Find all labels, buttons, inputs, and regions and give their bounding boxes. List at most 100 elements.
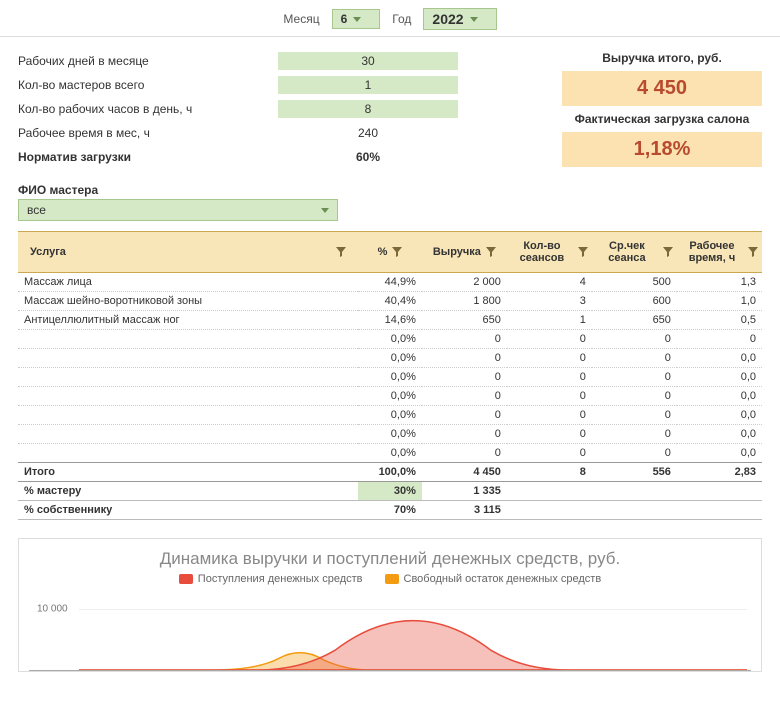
metric-norm-value: 60% (278, 148, 458, 166)
metric-days-value[interactable]: 30 (278, 52, 458, 70)
services-table: Услуга % Выручка Кол-во сеансов Ср.чек с… (18, 231, 762, 520)
kpi-column: Выручка итого, руб. 4 450 Фактическая за… (562, 51, 762, 167)
table-row: Антицеллюлитный массаж ног14,6%65016500,… (18, 311, 762, 330)
table-row: 0,0%0000,0 (18, 425, 762, 444)
cell-pct: 0,0% (358, 368, 422, 387)
table-row: Массаж шейно-воротниковой зоны40,4%1 800… (18, 292, 762, 311)
cell-service (18, 425, 358, 444)
cell-pct: 0,0% (358, 425, 422, 444)
filter-icon[interactable] (578, 247, 588, 257)
year-select[interactable]: 2022 (423, 8, 496, 30)
cell-pct: 0,0% (358, 330, 422, 349)
swatch-orange-icon (385, 574, 399, 584)
cell-avg: 0 (592, 368, 677, 387)
cell-time: 0,0 (677, 444, 762, 463)
cell-ses: 1 (507, 311, 592, 330)
metric-worktime-label: Рабочее время в мес, ч (18, 126, 278, 140)
table-row: 0,0%0000,0 (18, 444, 762, 463)
kpi-revenue-value: 4 450 (562, 71, 762, 106)
cell-service (18, 406, 358, 425)
col-service[interactable]: Услуга (18, 232, 358, 273)
cell-ses: 0 (507, 349, 592, 368)
cell-avg: 0 (592, 444, 677, 463)
cell-pct: 40,4% (358, 292, 422, 311)
cell-avg: 500 (592, 273, 677, 292)
cell-pct: 0,0% (358, 349, 422, 368)
col-sessions[interactable]: Кол-во сеансов (507, 232, 592, 273)
metrics-grid: Рабочих дней в месяце 30 Кол-во мастеров… (18, 51, 542, 167)
metric-norm-label: Норматив загрузки (18, 150, 278, 164)
legend-item-1: Поступления денежных средств (179, 573, 363, 585)
metric-hoursday-value[interactable]: 8 (278, 100, 458, 118)
table-row: 0,0%0000,0 (18, 349, 762, 368)
cell-avg: 0 (592, 387, 677, 406)
filter-icon[interactable] (663, 247, 673, 257)
cell-ses: 0 (507, 387, 592, 406)
cell-service (18, 444, 358, 463)
master-label: ФИО мастера (18, 183, 762, 197)
cell-avg: 0 (592, 330, 677, 349)
kpi-load-value: 1,18% (562, 132, 762, 167)
cell-rev: 0 (422, 330, 507, 349)
table-body: Массаж лица44,9%2 00045001,3Массаж шейно… (18, 273, 762, 463)
cell-avg: 0 (592, 406, 677, 425)
chart-legend: Поступления денежных средств Свободный о… (29, 573, 751, 585)
chevron-down-icon (353, 17, 361, 22)
cell-time: 0,0 (677, 387, 762, 406)
cell-service: Массаж лица (18, 273, 358, 292)
metric-hoursday-label: Кол-во рабочих часов в день, ч (18, 102, 278, 116)
cell-time: 0,0 (677, 368, 762, 387)
month-label: Месяц (283, 12, 319, 26)
chart-svg (79, 591, 747, 670)
cell-rev: 1 800 (422, 292, 507, 311)
cell-time: 0,5 (677, 311, 762, 330)
cell-ses: 4 (507, 273, 592, 292)
filter-icon[interactable] (336, 247, 346, 257)
filter-icon[interactable] (748, 247, 758, 257)
col-time[interactable]: Рабочее время, ч (677, 232, 762, 273)
cell-ses: 0 (507, 330, 592, 349)
cell-service (18, 349, 358, 368)
cell-avg: 650 (592, 311, 677, 330)
cell-avg: 600 (592, 292, 677, 311)
cell-service (18, 387, 358, 406)
col-revenue[interactable]: Выручка (422, 232, 507, 273)
chart-panel: Динамика выручки и поступлений денежных … (18, 538, 762, 672)
cell-pct: 14,6% (358, 311, 422, 330)
cell-service: Антицеллюлитный массаж ног (18, 311, 358, 330)
cell-rev: 0 (422, 387, 507, 406)
master-value: все (27, 203, 46, 217)
y-tick: 10 000 (37, 604, 68, 615)
cell-service (18, 330, 358, 349)
cell-time: 0,0 (677, 349, 762, 368)
cell-pct: 0,0% (358, 406, 422, 425)
kpi-revenue-title: Выручка итого, руб. (562, 51, 762, 65)
cell-rev: 650 (422, 311, 507, 330)
cell-time: 0 (677, 330, 762, 349)
cell-avg: 0 (592, 349, 677, 368)
metric-masters-value[interactable]: 1 (278, 76, 458, 94)
owner-share-row: % собственнику 70% 3 115 (18, 501, 762, 520)
month-select[interactable]: 6 (332, 9, 381, 29)
cell-ses: 3 (507, 292, 592, 311)
cell-time: 0,0 (677, 406, 762, 425)
master-select[interactable]: все (18, 199, 338, 221)
chart-area: 10 000 (29, 591, 751, 671)
cell-ses: 0 (507, 444, 592, 463)
table-row: 0,0%0000,0 (18, 387, 762, 406)
col-pct[interactable]: % (358, 232, 422, 273)
filter-icon[interactable] (392, 247, 402, 257)
cell-time: 1,3 (677, 273, 762, 292)
total-row: Итого 100,0% 4 450 8 556 2,83 (18, 463, 762, 482)
summary-section: Рабочих дней в месяце 30 Кол-во мастеров… (0, 37, 780, 175)
filter-icon[interactable] (486, 247, 496, 257)
cell-rev: 0 (422, 444, 507, 463)
chevron-down-icon (321, 208, 329, 213)
swatch-red-icon (179, 574, 193, 584)
table-row: 0,0%0000,0 (18, 368, 762, 387)
col-avg[interactable]: Ср.чек сеанса (592, 232, 677, 273)
cell-rev: 0 (422, 368, 507, 387)
metric-days-label: Рабочих дней в месяце (18, 54, 278, 68)
cell-ses: 0 (507, 406, 592, 425)
table-row: Массаж лица44,9%2 00045001,3 (18, 273, 762, 292)
